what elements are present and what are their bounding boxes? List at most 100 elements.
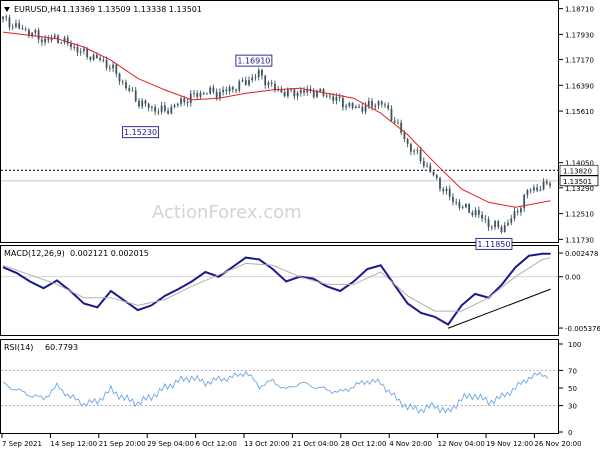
candle-body [70, 43, 72, 48]
candle-body [351, 103, 354, 109]
candle-body [497, 221, 500, 227]
candle-body [24, 29, 27, 31]
candle-body [439, 177, 441, 189]
candle-body [371, 101, 373, 107]
candle-body [209, 87, 212, 94]
time-tick-label: 14 Sep 12:00 [50, 440, 97, 448]
candle-body [400, 122, 403, 133]
price-ytick-label: 1.18710 [565, 6, 594, 14]
macd-name: MACD(12,26,9) [4, 249, 65, 258]
candle-body [354, 106, 357, 109]
time-tick-label: 26 Nov 20:00 [534, 440, 581, 448]
time-tick-label: 29 Sep 04:00 [147, 440, 194, 448]
candle-body [465, 204, 467, 208]
candle-body [338, 96, 341, 98]
candle-body [264, 75, 267, 86]
candle-body [160, 105, 163, 112]
current-price-label: 1.13501 [563, 178, 592, 186]
candle-body [409, 143, 412, 152]
candle-body [468, 204, 471, 213]
candle-body [76, 46, 79, 53]
candle-body [218, 92, 221, 98]
time-tick-label: 6 Oct 12:00 [196, 440, 237, 448]
candle-body [494, 221, 496, 228]
price-annotation-label: 1.15230 [124, 128, 157, 137]
candle-body [202, 92, 205, 94]
candle-body [445, 188, 448, 192]
candle-body [549, 183, 551, 186]
candle-body [393, 120, 396, 123]
candle-body [37, 30, 40, 40]
candle-body [325, 95, 328, 97]
candle-body [115, 64, 118, 74]
candle-body [196, 93, 199, 97]
rsi-ytick-label: 70 [568, 367, 577, 375]
time-tick-label: 19 Nov 12:00 [486, 440, 533, 448]
reference-price-label: 1.13820 [563, 167, 592, 175]
candle-body [99, 57, 102, 60]
candle-body [105, 60, 108, 68]
candle-body [474, 210, 477, 216]
price-ytick-label: 1.16390 [565, 82, 594, 90]
candle-body [2, 16, 4, 19]
time-tick-label: 12 Nov 04:00 [438, 440, 485, 448]
rsi-value: 60.7793 [45, 343, 78, 352]
candle-body [507, 222, 509, 226]
candle-body [283, 92, 286, 97]
candle-body [138, 101, 140, 107]
candle-body [403, 132, 406, 140]
candle-body [529, 190, 532, 192]
candle-body [312, 90, 315, 97]
candle-body [380, 101, 383, 105]
candle-body [329, 95, 331, 97]
candle-body [108, 67, 111, 69]
candle-body [128, 88, 131, 91]
candle-body [144, 100, 147, 104]
candle-body [180, 98, 182, 104]
candle-body [361, 106, 364, 112]
watermark: ActionForex.com [152, 202, 302, 223]
candle-body [47, 38, 50, 41]
chart-window: ActionForex.com EURUSD,H4 1.13369 1.1350… [0, 0, 600, 450]
candle-body [387, 105, 390, 109]
candle-body [299, 90, 302, 93]
candle-body [199, 92, 202, 97]
candle-body [121, 81, 124, 83]
candle-body [422, 161, 425, 167]
candle-body [348, 103, 351, 107]
candle-body [228, 87, 231, 92]
candle-body [257, 69, 260, 77]
candle-body [484, 218, 487, 220]
candle-body [66, 37, 69, 44]
candle-body [267, 82, 270, 86]
candle-body [44, 38, 46, 43]
time-tick-label: 28 Oct 12:00 [341, 440, 387, 448]
price-ytick-label: 1.17930 [565, 31, 594, 39]
candle-body [432, 172, 435, 176]
candle-body [102, 59, 105, 61]
candle-body [471, 212, 474, 216]
candle-body [542, 181, 545, 190]
candle-body [413, 150, 416, 152]
price-ytick-label: 1.11730 [565, 236, 594, 244]
candle-body [526, 190, 529, 195]
price-ytick-label: 1.12510 [565, 211, 594, 219]
candle-body [34, 30, 37, 33]
candle-body [157, 111, 160, 113]
candle-body [296, 92, 299, 97]
candle-body [11, 26, 14, 28]
rsi-ytick-label: 50 [568, 385, 577, 393]
candle-body [21, 28, 24, 30]
candle-body [419, 150, 422, 162]
candle-body [18, 23, 21, 29]
candle-body [251, 77, 254, 81]
candle-body [461, 207, 464, 209]
candle-body [89, 56, 92, 60]
candle-body [510, 218, 513, 223]
candle-body [477, 210, 480, 215]
macd-ytick-label: 0.002478 [565, 250, 598, 258]
candle-body [442, 188, 445, 192]
candle-body [86, 48, 89, 57]
candle-body [83, 48, 85, 52]
candle-body [490, 227, 493, 228]
